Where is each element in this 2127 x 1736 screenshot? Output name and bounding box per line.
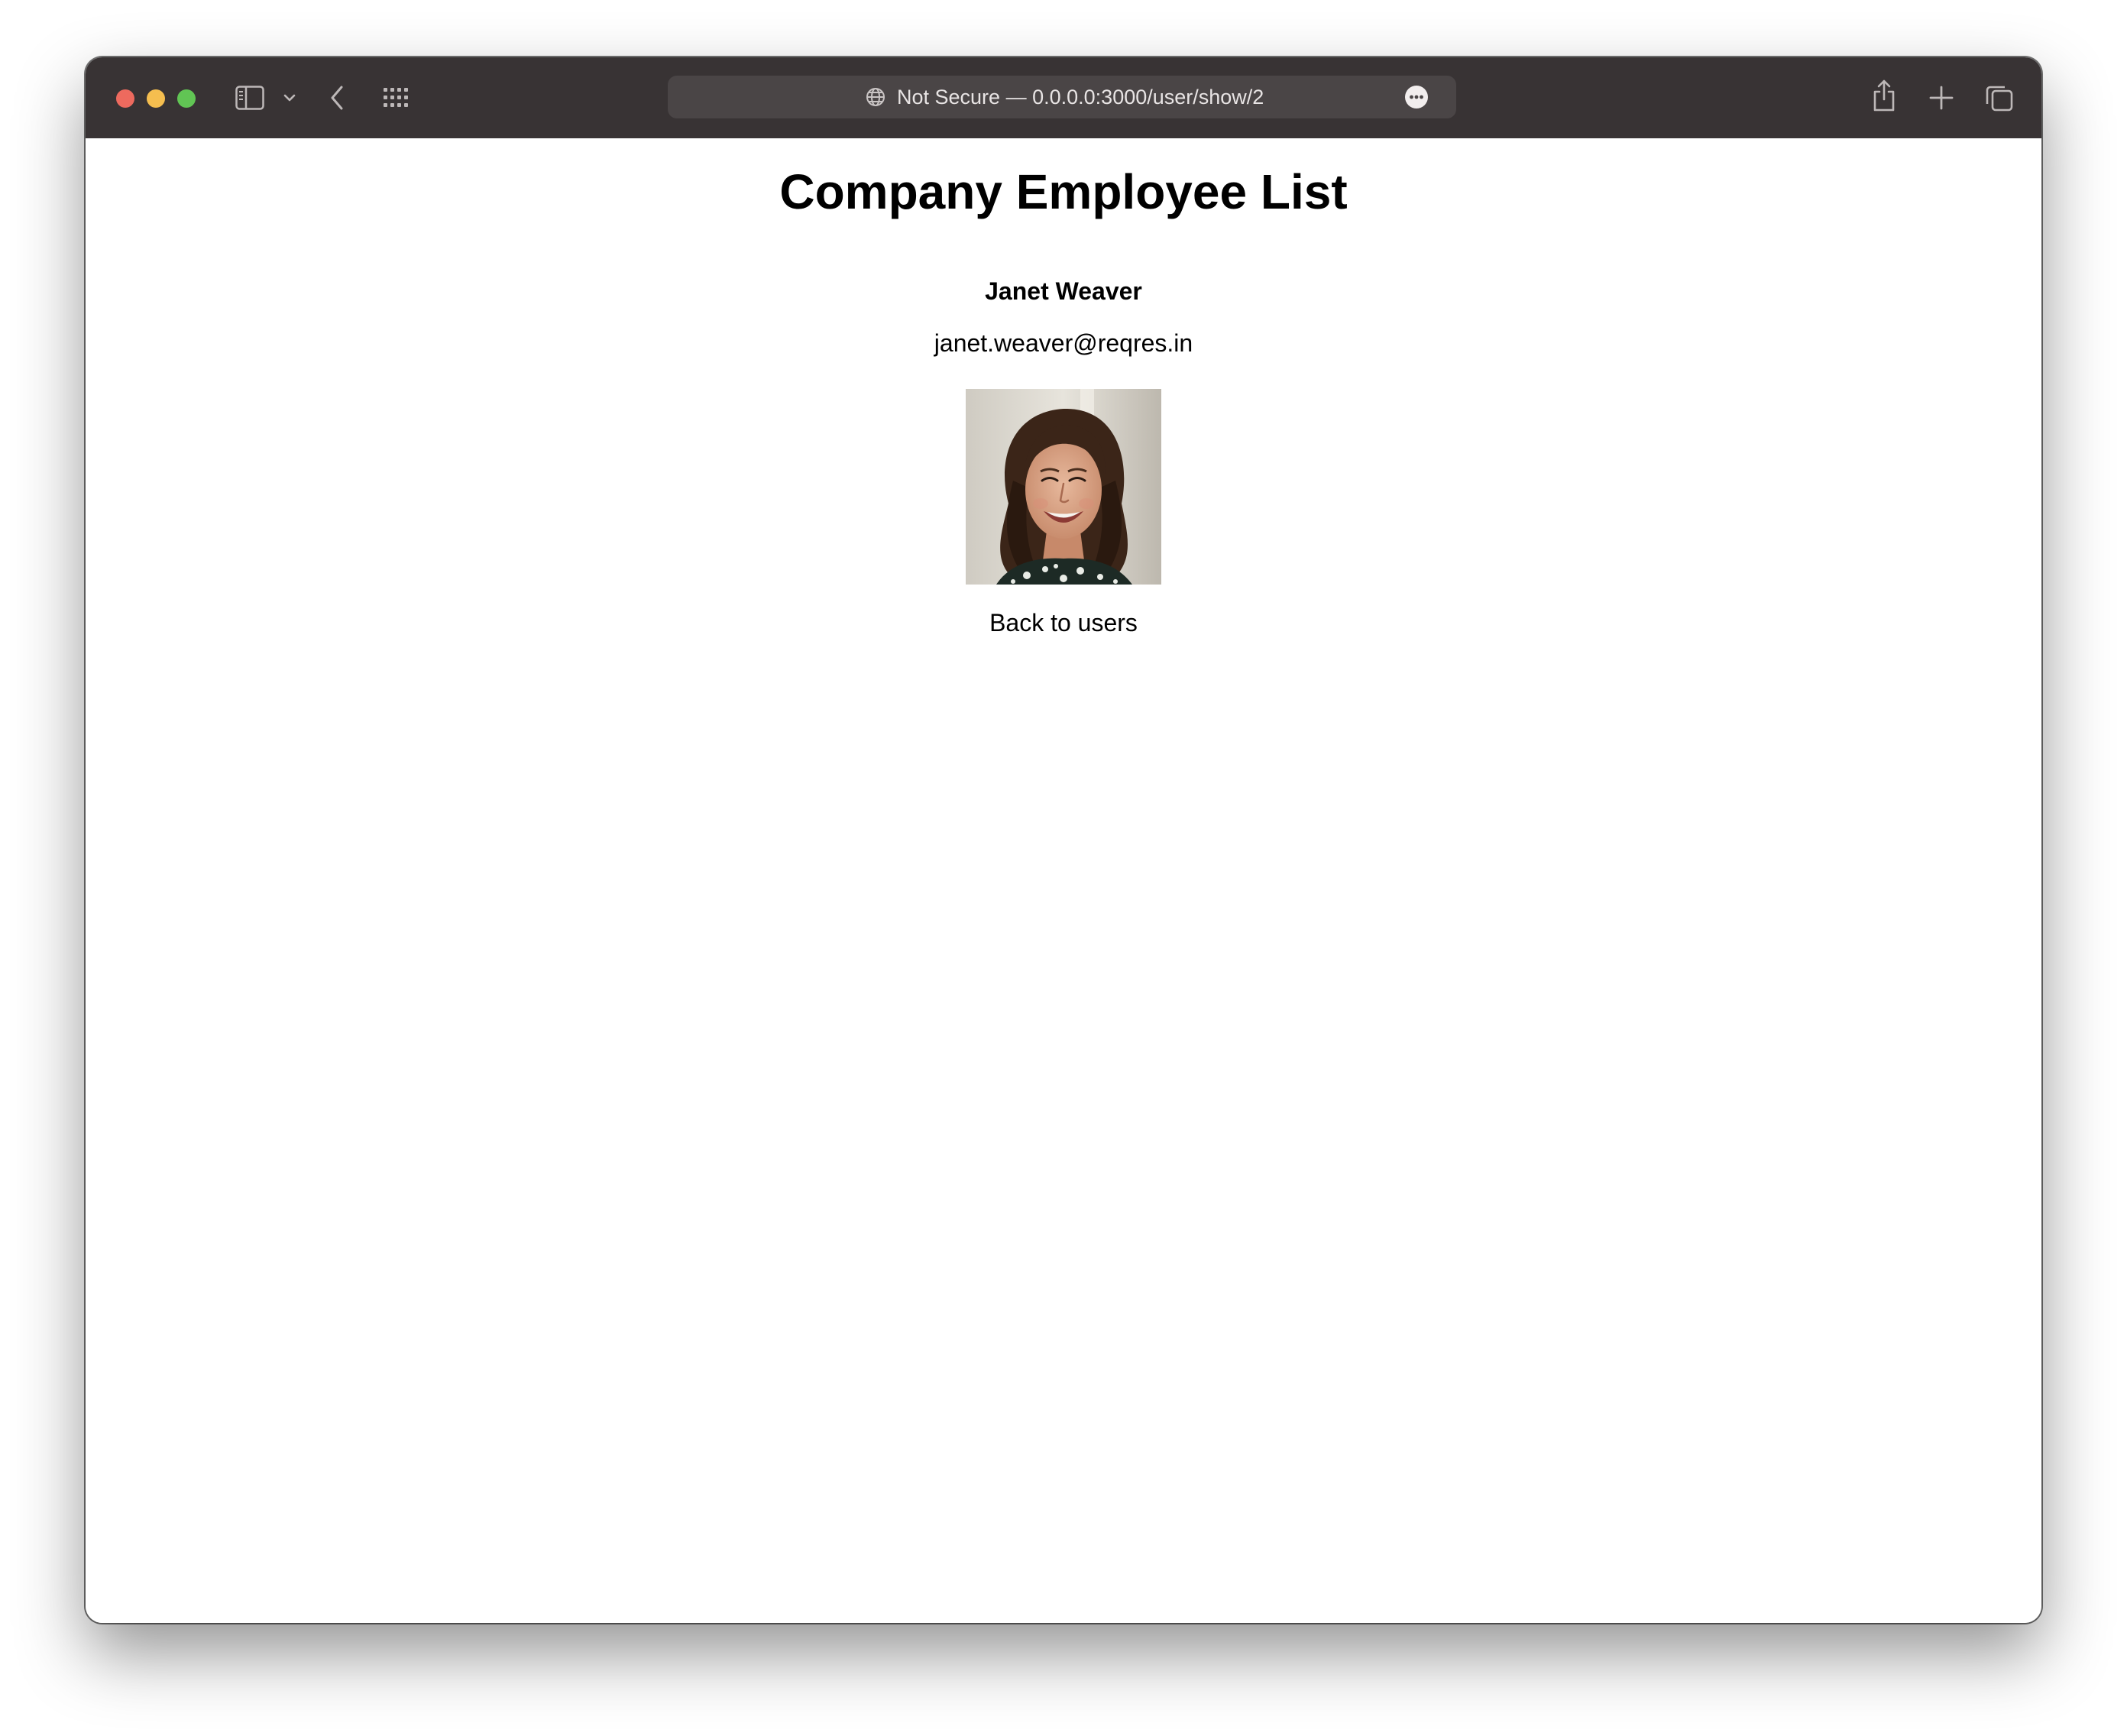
share-icon[interactable] <box>1870 79 1898 112</box>
tabs-icon[interactable] <box>1985 83 2014 112</box>
browser-toolbar: Not Secure — 0.0.0.0:3000/user/show/2 <box>86 57 2041 138</box>
page-content: Company Employee List Janet Weaver janet… <box>86 138 2041 1623</box>
address-bar[interactable]: Not Secure — 0.0.0.0:3000/user/show/2 <box>668 76 1456 118</box>
minimize-window-button[interactable] <box>147 89 165 108</box>
url-value: 0.0.0.0:3000/user/show/2 <box>1032 86 1264 108</box>
sidebar-icon[interactable] <box>235 86 264 110</box>
browser-window: Not Secure — 0.0.0.0:3000/user/show/2 Co… <box>86 57 2041 1623</box>
screenshot-stage: Not Secure — 0.0.0.0:3000/user/show/2 Co… <box>0 0 2127 1736</box>
back-to-users-link[interactable]: Back to users <box>86 611 2041 635</box>
user-name: Janet Weaver <box>985 277 1142 305</box>
globe-icon <box>865 86 886 108</box>
address-bar-text[interactable]: Not Secure — 0.0.0.0:3000/user/show/2 <box>897 76 1264 118</box>
url-separator: — <box>1005 86 1027 108</box>
security-label: Not Secure <box>897 86 1001 108</box>
user-email: janet.weaver@reqres.in <box>934 329 1193 357</box>
avatar-photo <box>966 389 1161 585</box>
page-title: Company Employee List <box>779 164 1348 219</box>
chevron-left-icon[interactable] <box>329 84 345 112</box>
close-window-button[interactable] <box>116 89 134 108</box>
zoom-window-button[interactable] <box>177 89 196 108</box>
plus-icon[interactable] <box>1928 85 1954 111</box>
chevron-down-icon[interactable] <box>283 93 296 102</box>
ellipsis-circle-icon[interactable] <box>1404 85 1429 109</box>
grid-icon[interactable] <box>382 86 410 110</box>
